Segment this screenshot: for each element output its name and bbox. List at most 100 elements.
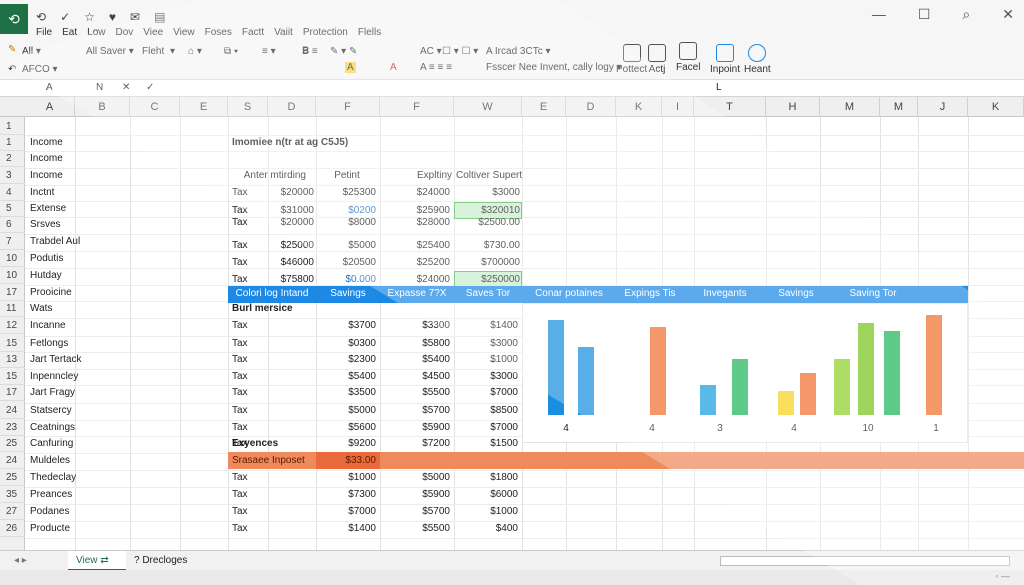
qat-button-1-icon[interactable]: ✓	[60, 10, 70, 24]
row-header[interactable]: 24	[0, 453, 25, 469]
amount-cell[interactable]: $3500	[318, 385, 376, 401]
amount-cell[interactable]: $20000	[262, 185, 314, 201]
amount-cell[interactable]: $3700	[318, 318, 376, 334]
blue-header-cell[interactable]: Conar potaines	[522, 286, 616, 302]
amount-cell[interactable]: $25200	[382, 255, 450, 271]
amount-cell[interactable]: $700000	[456, 255, 520, 271]
amount-cell[interactable]: $1500	[456, 436, 518, 452]
home-icon[interactable]: ⌂ ▾	[188, 46, 202, 57]
confirm-icon[interactable]: ✓	[146, 82, 154, 93]
blue-header-cell[interactable]: Saves Tor	[454, 286, 522, 302]
tax-label[interactable]: Tax	[232, 521, 248, 537]
row-label[interactable]: Muldeles	[30, 453, 70, 469]
chart-bar[interactable]	[700, 385, 716, 415]
row-header[interactable]: 23	[0, 420, 25, 436]
row-header[interactable]: 1	[0, 119, 25, 135]
row-header[interactable]: 26	[0, 521, 25, 537]
column-header[interactable]: M	[880, 97, 918, 117]
amount-cell[interactable]: $400	[456, 521, 518, 537]
amount-cell[interactable]: $1000	[318, 470, 376, 486]
column-header[interactable]: K	[968, 97, 1024, 117]
tax-label[interactable]: Tax	[232, 352, 248, 368]
tax-label[interactable]: Tax	[232, 420, 248, 436]
column-header[interactable]: D	[566, 97, 616, 117]
blue-header-cell[interactable]: Saving Tor	[826, 286, 920, 302]
hear-button[interactable]: Heant	[744, 44, 771, 75]
amount-cell[interactable]: $5600	[318, 420, 376, 436]
section-label[interactable]: Burl mersice	[232, 301, 293, 317]
amount-cell[interactable]: $4500	[382, 369, 450, 385]
row-label[interactable]: Income	[30, 135, 63, 151]
row-header[interactable]: 10	[0, 251, 25, 267]
row-header[interactable]: 10	[0, 268, 25, 284]
protect-button[interactable]: Pottect	[616, 44, 647, 75]
table-header[interactable]: Anter mtirding	[232, 168, 306, 184]
table-header[interactable]: Coltiver Supert	[456, 168, 522, 184]
row-header[interactable]: 17	[0, 385, 25, 401]
number-format-dropdown[interactable]: Fsscer Nee Invent, cally logy ▾	[486, 62, 622, 73]
chart-bar[interactable]	[548, 320, 564, 415]
row-label[interactable]: Jart Tertack	[30, 352, 82, 368]
tax-label[interactable]: Tax	[232, 470, 248, 486]
amount-cell[interactable]: $5900	[382, 487, 450, 503]
zoom-slider-icon[interactable]: ◦ —	[995, 571, 1010, 581]
highlight-icon[interactable]: A	[345, 62, 356, 73]
row-header[interactable]: 35	[0, 487, 25, 503]
tax-label[interactable]: Tax	[232, 238, 248, 254]
chart-bar[interactable]	[926, 315, 942, 415]
column-header[interactable]: W	[454, 97, 522, 117]
amount-cell[interactable]: $5500	[382, 385, 450, 401]
row-label[interactable]: Podanes	[30, 504, 69, 520]
blue-header-cell[interactable]: Invegants	[684, 286, 766, 302]
format-icon[interactable]: ⧉ ▾	[224, 46, 238, 57]
column-header[interactable]: F	[380, 97, 454, 117]
row-label[interactable]: Income	[30, 168, 63, 184]
amount-cell[interactable]: $1400	[318, 521, 376, 537]
sheet-tab-second[interactable]: ? Drecloges	[134, 555, 187, 566]
row-label[interactable]: Podutis	[30, 251, 63, 267]
row-label[interactable]: Hutday	[30, 268, 62, 284]
amount-cell[interactable]: $730.00	[456, 238, 520, 254]
orange-value[interactable]: $33.00	[318, 453, 376, 469]
tax-label[interactable]: Tax	[232, 487, 248, 503]
column-header[interactable]: E	[522, 97, 566, 117]
horizontal-scrollbar[interactable]	[720, 556, 1010, 566]
column-header[interactable]: M	[820, 97, 880, 117]
chart-bar[interactable]	[834, 359, 850, 415]
menu-item-2[interactable]: Low	[87, 27, 105, 38]
menu-item-10[interactable]: Flells	[358, 27, 381, 38]
row-label[interactable]: Inpenncley	[30, 369, 78, 385]
amount-cell[interactable]: $8000	[318, 215, 376, 231]
table-header[interactable]: Expltiny	[382, 168, 452, 184]
row-label[interactable]: Prooicine	[30, 285, 72, 301]
minimize-icon[interactable]: —	[872, 6, 886, 23]
qat-button-3-icon[interactable]: ♥	[109, 10, 116, 24]
section-label[interactable]: Exyences	[232, 436, 278, 452]
amount-cell[interactable]: $5500	[382, 521, 450, 537]
menu-item-7[interactable]: Factt	[242, 27, 264, 38]
qat-button-0-icon[interactable]: ⟲	[36, 10, 46, 24]
row-label[interactable]: Statsercy	[30, 403, 72, 419]
tax-label[interactable]: Tax	[232, 504, 248, 520]
table-title[interactable]: Imomiee n(tr at ag C5J5)	[232, 135, 348, 151]
row-header[interactable]: 6	[0, 217, 25, 233]
column-header[interactable]: D	[268, 97, 316, 117]
qat-button-4-icon[interactable]: ✉	[130, 10, 140, 24]
blue-header-cell[interactable]: Colori log Intand	[228, 286, 316, 302]
column-header[interactable]: J	[918, 97, 968, 117]
amount-cell[interactable]: $24000	[382, 185, 450, 201]
blue-header-cell[interactable]: Savings	[766, 286, 826, 302]
amount-cell[interactable]: $7000	[456, 420, 518, 436]
amount-cell[interactable]: $25000	[262, 238, 314, 254]
orange-label[interactable]: Srasaee Inposet	[232, 453, 305, 469]
chart-bar[interactable]	[858, 323, 874, 415]
row-label[interactable]: Preances	[30, 487, 72, 503]
amount-cell[interactable]: $5700	[382, 403, 450, 419]
column-header[interactable]: S	[228, 97, 268, 117]
sheet-grid[interactable]: ABCESDFFWEDKITHMMJK 1 1 2 3 4 5 6 7 10 10 17 11 12 15…	[0, 97, 1024, 550]
import-button[interactable]: Inpoint	[710, 44, 740, 75]
tax-label[interactable]: Tax	[232, 336, 248, 352]
row-header[interactable]: 3	[0, 168, 25, 184]
row-header[interactable]: 24	[0, 403, 25, 419]
amount-cell[interactable]: $3000	[456, 369, 518, 385]
